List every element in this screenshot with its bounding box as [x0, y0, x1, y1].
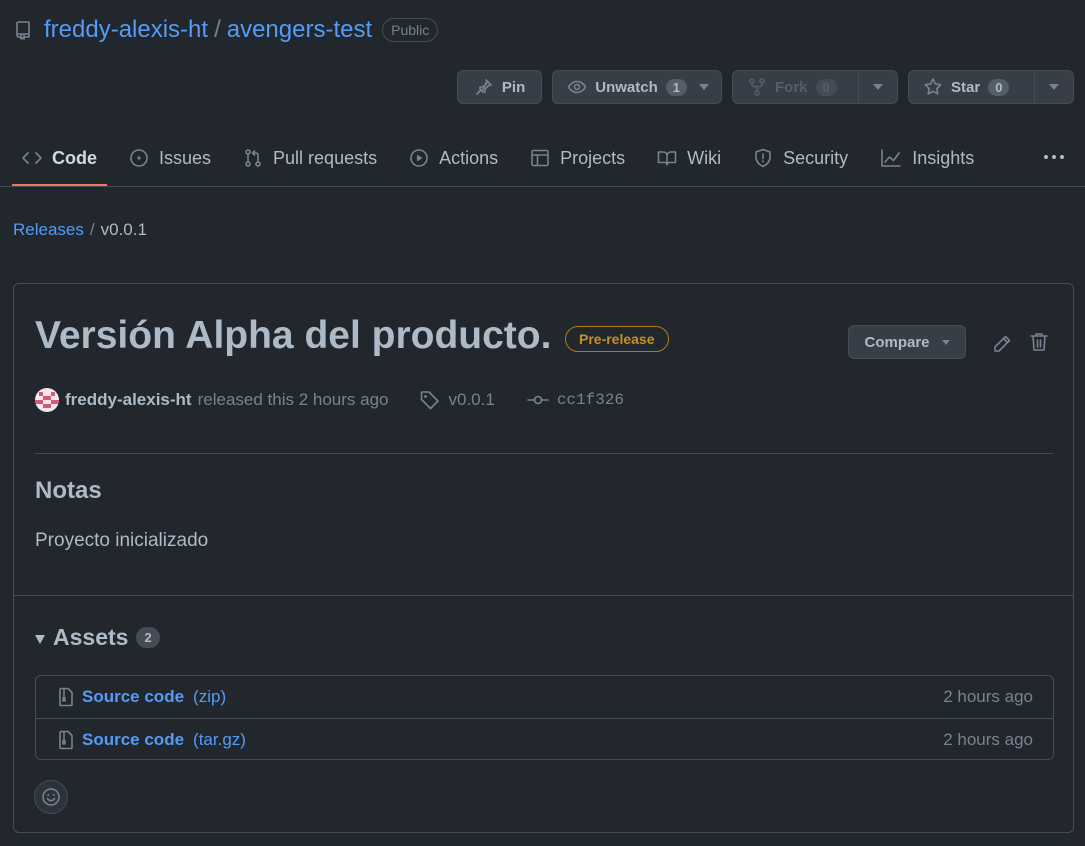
tabs-divider: [0, 186, 1085, 187]
tab-label: Issues: [159, 147, 212, 168]
trash-icon[interactable]: [1029, 331, 1049, 353]
released-text: released this 2 hours ago: [197, 390, 389, 409]
list-item: Source code (zip) 2 hours ago: [36, 676, 1053, 718]
repo-icon: [14, 20, 32, 40]
pin-label: Pin: [501, 78, 526, 96]
star-label: Star: [951, 78, 981, 96]
file-zip-icon: [58, 730, 74, 750]
edit-icon[interactable]: [991, 333, 1013, 355]
unwatch-button[interactable]: Unwatch 1: [552, 70, 722, 104]
more-tabs-button[interactable]: [1043, 146, 1065, 168]
tab-label: Code: [52, 147, 97, 168]
release-commit-link[interactable]: cc1f326: [527, 391, 624, 409]
list-item: Source code (tar.gz) 2 hours ago: [36, 718, 1053, 761]
star-dropdown[interactable]: [1034, 71, 1073, 103]
notes-heading: Notas: [35, 477, 102, 504]
watch-count: 1: [665, 78, 687, 96]
tab-projects[interactable]: Projects: [520, 138, 635, 178]
fork-count: 0: [815, 78, 837, 96]
shield-icon: [753, 148, 773, 168]
prerelease-badge: Pre-release: [565, 326, 669, 352]
asset-time: 2 hours ago: [943, 687, 1033, 706]
tab-actions[interactable]: Actions: [399, 138, 508, 178]
star-button[interactable]: Star 0: [908, 70, 1074, 104]
asset-time: 2 hours ago: [943, 730, 1033, 749]
notes-body: Proyecto inicializado: [35, 530, 209, 551]
divider: [35, 453, 1053, 454]
breadcrumb-releases-link[interactable]: Releases: [13, 220, 84, 239]
repo-header: freddy-alexis-ht / avengers-test Public: [14, 14, 439, 46]
fork-label: Fork: [775, 78, 808, 96]
assets-heading: Assets: [53, 624, 129, 650]
repo-owner-link[interactable]: freddy-alexis-ht: [44, 16, 208, 44]
repo-separator: /: [214, 16, 221, 43]
repo-name-link[interactable]: avengers-test: [227, 16, 372, 44]
unwatch-dropdown[interactable]: [687, 71, 721, 103]
breadcrumb: Releases / v0.0.1: [13, 220, 147, 240]
compare-label: Compare: [864, 333, 930, 351]
release-author-link[interactable]: freddy-alexis-ht: [65, 390, 192, 410]
star-count: 0: [988, 78, 1010, 96]
avatar[interactable]: [35, 388, 59, 412]
fork-dropdown[interactable]: [858, 71, 897, 103]
pin-icon: [474, 77, 494, 97]
add-reaction-button[interactable]: [34, 780, 68, 814]
asset-link[interactable]: Source code: [82, 687, 184, 707]
tab-pull-requests[interactable]: Pull requests: [233, 138, 387, 178]
tab-label: Projects: [560, 147, 626, 168]
table-icon: [530, 148, 550, 168]
chevron-down-icon: [941, 339, 950, 345]
star-icon: [923, 77, 943, 97]
tab-code[interactable]: Code: [12, 138, 107, 186]
asset-link[interactable]: Source code: [82, 730, 184, 750]
breadcrumb-current: v0.0.1: [100, 220, 147, 239]
release-tag-link[interactable]: v0.0.1: [419, 389, 495, 411]
tag-icon: [419, 389, 441, 411]
tab-security[interactable]: Security: [743, 138, 858, 178]
kebab-horizontal-icon: [1044, 155, 1064, 159]
book-icon: [657, 148, 677, 168]
release-title: Versión Alpha del producto.: [35, 314, 552, 357]
asset-ext[interactable]: (tar.gz): [193, 730, 246, 750]
tab-label: Wiki: [687, 147, 722, 168]
tab-wiki[interactable]: Wiki: [647, 138, 731, 178]
release-meta: freddy-alexis-ht released this 2 hours a…: [35, 388, 624, 412]
commit-icon: [527, 393, 549, 407]
graph-icon: [880, 148, 902, 168]
chevron-down-icon: [1049, 84, 1059, 90]
play-icon: [409, 148, 429, 168]
breadcrumb-separator: /: [89, 220, 95, 239]
triangle-down-icon: [35, 634, 45, 644]
tab-label: Actions: [439, 147, 499, 168]
tab-insights[interactable]: Insights: [870, 138, 984, 178]
assets-count: 2: [136, 627, 160, 648]
commit-sha: cc1f326: [556, 391, 625, 409]
tab-label: Insights: [912, 147, 975, 168]
repo-actions: Pin Unwatch 1 Fork 0 Star 0: [456, 70, 1074, 104]
issue-icon: [129, 148, 149, 168]
tab-issues[interactable]: Issues: [119, 138, 221, 178]
chevron-down-icon: [699, 84, 709, 90]
repo-tabs: Code Issues Pull requests Actions Projec…: [12, 138, 1085, 186]
smiley-icon: [41, 787, 61, 807]
unwatch-label: Unwatch: [595, 78, 658, 96]
compare-button[interactable]: Compare: [848, 325, 966, 359]
tag-label: v0.0.1: [448, 390, 495, 409]
release-card: Versión Alpha del producto. Pre-release …: [13, 283, 1074, 833]
fork-button[interactable]: Fork 0: [732, 70, 898, 104]
code-icon: [22, 148, 42, 168]
tab-label: Security: [783, 147, 849, 168]
divider: [14, 595, 1073, 596]
asset-ext[interactable]: (zip): [193, 687, 226, 707]
pull-request-icon: [243, 148, 263, 168]
eye-icon: [567, 77, 587, 97]
assets-list: Source code (zip) 2 hours ago Source cod…: [35, 675, 1054, 760]
file-zip-icon: [58, 687, 74, 707]
assets-toggle[interactable]: Assets 2: [35, 624, 160, 651]
pin-button[interactable]: Pin: [456, 70, 543, 104]
visibility-badge: Public: [382, 18, 439, 42]
fork-icon: [747, 77, 767, 97]
tab-label: Pull requests: [273, 147, 378, 168]
chevron-down-icon: [873, 84, 883, 90]
